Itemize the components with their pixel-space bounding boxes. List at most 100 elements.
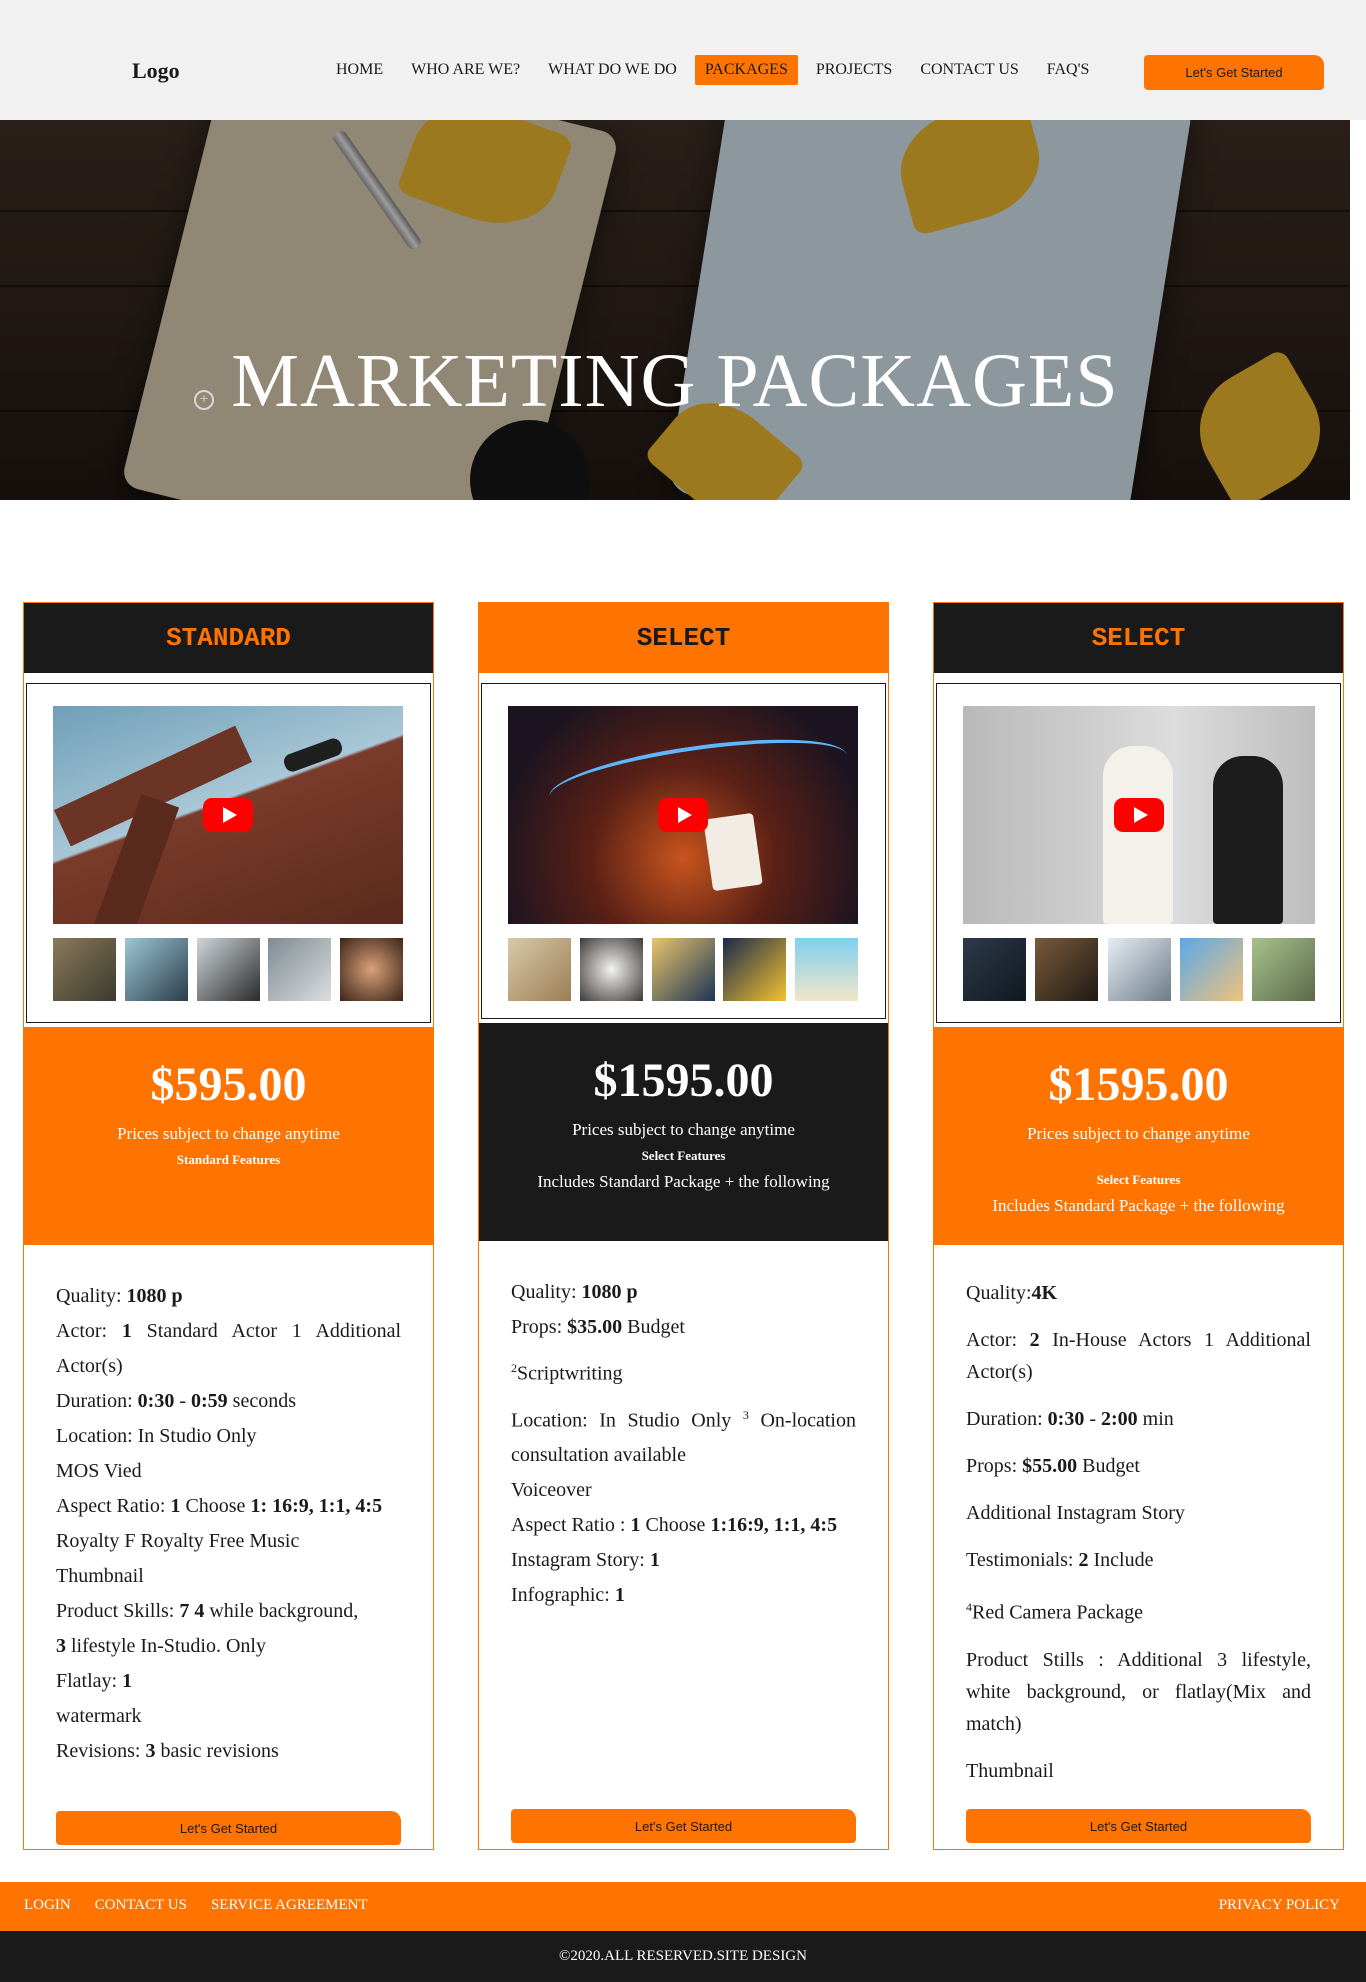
video-thumbnail[interactable] <box>53 706 403 924</box>
includes-note: Includes Standard Package + the followin… <box>992 1196 1285 1215</box>
feature-item: Product Skills: 7 4 while background, <box>56 1600 359 1622</box>
feature-item: Thumbnail <box>966 1759 1054 1782</box>
feature-item: 3 lifestyle In-Studio. Only <box>56 1635 266 1657</box>
feature-item: Infographic: 1 <box>511 1584 625 1607</box>
feature-list: Quality: 1080 p Actor: 1 Standard Actor … <box>56 1279 401 1769</box>
dancer-figure <box>1103 746 1173 924</box>
feature-item: Duration: 0:30 - 2:00 min <box>966 1408 1174 1430</box>
nav-projects[interactable]: PROJECTS <box>806 55 902 85</box>
thumbnail-strip <box>53 938 403 1001</box>
thumbnail[interactable] <box>1107 938 1171 1001</box>
feature-item: Actor: 2 In-House Actors 1 Additional Ac… <box>966 1329 1311 1383</box>
feature-item: 2Scriptwriting <box>511 1361 623 1385</box>
feature-item: Duration: 0:30 - 0:59 seconds <box>56 1390 296 1412</box>
thumbnail[interactable] <box>1252 938 1315 1001</box>
feature-item: Voiceover <box>511 1479 592 1502</box>
feature-item: Quality: 1080 p <box>511 1281 638 1303</box>
price-note: Prices subject to change anytime <box>1027 1124 1250 1143</box>
price: $595.00 <box>150 1058 307 1111</box>
thumbnail[interactable] <box>124 938 188 1001</box>
feature-item: Product Stills : Additional 3 lifestyle,… <box>966 1648 1311 1735</box>
nav-who-are-we[interactable]: WHO ARE WE? <box>401 55 530 85</box>
price: $1595.00 <box>593 1054 774 1107</box>
card-title: SELECT <box>934 603 1343 673</box>
thumbnail[interactable] <box>268 938 332 1001</box>
package-card-select: SELECT $1595.00 Prices subject to change… <box>478 602 889 1850</box>
youtube-play-icon[interactable] <box>658 798 708 832</box>
thumbnail[interactable] <box>508 938 571 1001</box>
feature-item: Testimonials: 2 Include <box>966 1549 1154 1571</box>
hero-banner: + MARKETING PACKAGES <box>0 120 1350 500</box>
site-header: Logo HOME WHO ARE WE? WHAT DO WE DO PACK… <box>0 0 1366 120</box>
package-card-standard: STANDARD $595.00 Prices subject to chang… <box>23 602 434 1850</box>
nav-packages[interactable]: PACKAGES <box>694 55 798 85</box>
footer-link-service-agreement[interactable]: SERVICE AGREEMENT <box>211 1897 368 1914</box>
price: $1595.00 <box>1048 1058 1229 1111</box>
feature-item: Props: $35.00 Budget <box>511 1316 685 1338</box>
footer-link-login[interactable]: LOGIN <box>24 1897 71 1914</box>
dancer-figure <box>1213 756 1283 924</box>
nav-faqs[interactable]: FAQ'S <box>1037 55 1100 85</box>
get-started-button[interactable]: Let's Get Started <box>511 1809 856 1843</box>
thumbnail[interactable] <box>651 938 715 1001</box>
thumbnail[interactable] <box>1035 938 1099 1001</box>
video-thumbnail[interactable] <box>963 706 1315 924</box>
feature-item: Quality: 1080 p <box>56 1285 183 1307</box>
thumbnail[interactable] <box>963 938 1026 1001</box>
media-gallery <box>481 683 886 1019</box>
thumbnail[interactable] <box>1179 938 1243 1001</box>
header-get-started-button[interactable]: Let's Get Started <box>1144 55 1324 90</box>
includes-note: Includes Standard Package + the followin… <box>537 1172 830 1191</box>
thumbnail-strip <box>963 938 1315 1001</box>
thumbnail-strip <box>508 938 858 1001</box>
price-panel: $1595.00 Prices subject to change anytim… <box>934 1027 1343 1245</box>
card-title: SELECT <box>479 603 888 673</box>
package-card-select-premium: SELECT $1595.00 Prices subject to change… <box>933 602 1344 1850</box>
feature-item: Props: $55.00 Budget <box>966 1455 1140 1477</box>
copyright-bar: ©2020.ALL RESERVED.SITE DESIGN <box>0 1931 1366 1982</box>
thumbnail[interactable] <box>795 938 858 1001</box>
media-gallery <box>936 683 1341 1023</box>
nav-home[interactable]: HOME <box>326 55 393 85</box>
thumbnail[interactable] <box>723 938 787 1001</box>
feature-list: Quality:4K Actor: 2 In-House Actors 1 Ad… <box>966 1277 1311 1787</box>
price-note: Prices subject to change anytime <box>117 1124 340 1143</box>
page-title: MARKETING PACKAGES <box>231 339 1119 423</box>
thumbnail[interactable] <box>340 938 403 1001</box>
footer-nav: LOGIN CONTACT US SERVICE AGREEMENT PRIVA… <box>0 1882 1366 1931</box>
footer-link-contact-us[interactable]: CONTACT US <box>95 1897 187 1914</box>
video-thumbnail[interactable] <box>508 706 858 924</box>
thumbnail[interactable] <box>579 938 643 1001</box>
price-note: Prices subject to change anytime <box>572 1120 795 1139</box>
logo[interactable]: Logo <box>132 58 180 84</box>
feature-item: MOS Vied <box>56 1460 142 1482</box>
get-started-button[interactable]: Let's Get Started <box>56 1811 401 1845</box>
feature-item: Aspect Ratio: 1 Choose 1: 16:9, 1:1, 4:5 <box>56 1495 383 1517</box>
feature-item: Flatlay: 1 <box>56 1670 133 1692</box>
feature-item: Aspect Ratio : 1 Choose 1:16:9, 1:1, 4:5 <box>511 1514 838 1537</box>
feature-item: Quality:4K <box>966 1282 1058 1304</box>
card-title: STANDARD <box>24 603 433 673</box>
features-title: Standard Features <box>176 1152 281 1167</box>
playing-card <box>703 812 763 892</box>
price-panel: $1595.00 Prices subject to change anytim… <box>479 1023 888 1241</box>
feature-item: watermark <box>56 1705 142 1727</box>
youtube-play-icon[interactable] <box>203 798 253 832</box>
main-nav: HOME WHO ARE WE? WHAT DO WE DO PACKAGES … <box>326 55 1107 85</box>
feature-item: Instagram Story: 1 <box>511 1549 660 1572</box>
get-started-button[interactable]: Let's Get Started <box>966 1809 1311 1843</box>
footer-link-privacy-policy[interactable]: PRIVACY POLICY <box>1219 1897 1340 1914</box>
youtube-play-icon[interactable] <box>1114 798 1164 832</box>
feature-item: 4Red Camera Package <box>966 1600 1144 1624</box>
hero-overlay <box>0 120 1350 500</box>
feature-item: Location: In Studio Only <box>56 1425 257 1447</box>
nav-contact-us[interactable]: CONTACT US <box>910 55 1028 85</box>
feature-item: Additional Instagram Story <box>966 1502 1185 1524</box>
jumper-figure <box>281 736 345 774</box>
feature-item: Location: In Studio Only 3 On-location c… <box>511 1407 856 1467</box>
features-title: Select Features <box>1096 1172 1181 1187</box>
thumbnail[interactable] <box>53 938 116 1001</box>
thumbnail[interactable] <box>196 938 260 1001</box>
nav-what-do-we-do[interactable]: WHAT DO WE DO <box>538 55 687 85</box>
footer-links: LOGIN CONTACT US SERVICE AGREEMENT <box>24 1897 392 1914</box>
